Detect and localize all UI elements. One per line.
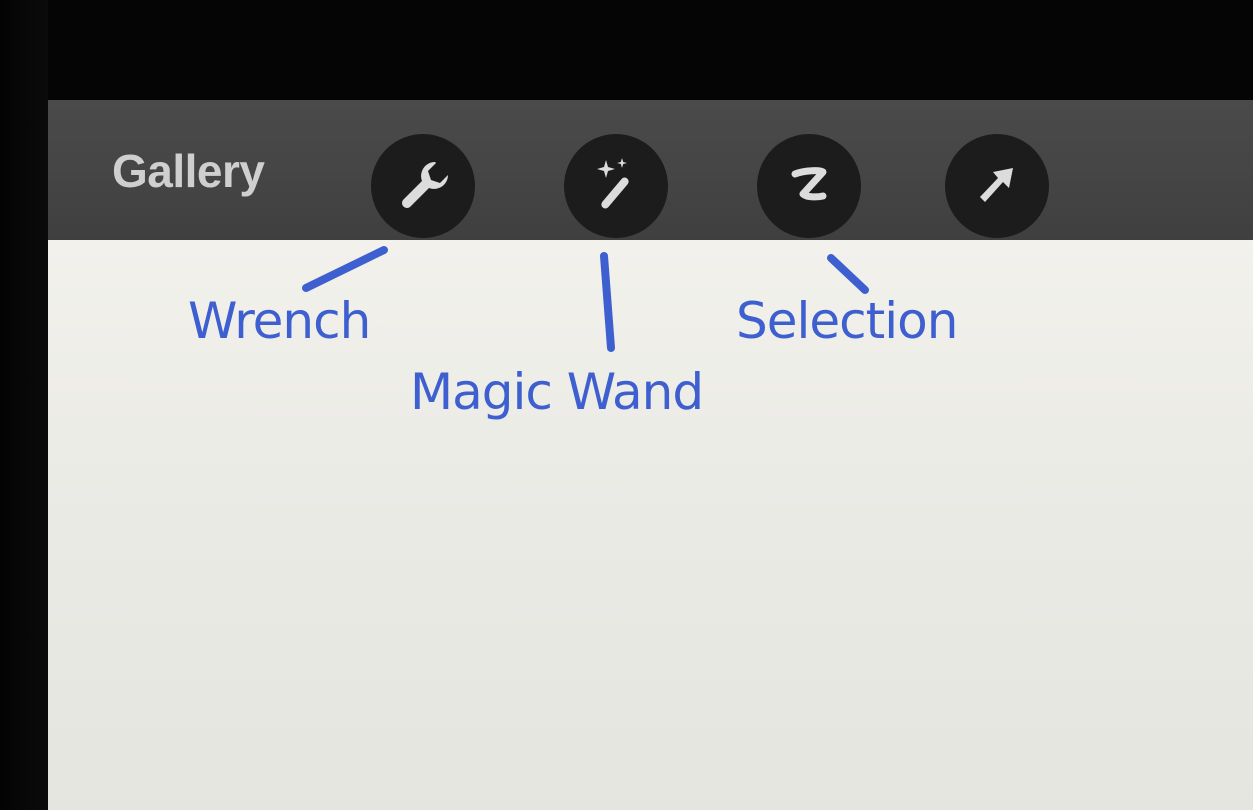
wrench-annotation: Wrench <box>188 292 371 350</box>
selection-icon <box>791 167 827 201</box>
selection-annotation: Selection <box>736 292 958 350</box>
wrench-button[interactable] <box>371 134 475 238</box>
transform-button[interactable] <box>945 134 1049 238</box>
gallery-button[interactable]: Gallery <box>112 144 265 198</box>
app-screen: Gallery <box>48 100 1253 810</box>
magic-wand-annotation: Magic Wand <box>410 363 704 421</box>
transform-arrow-icon <box>980 168 1013 202</box>
device-bezel <box>0 0 48 810</box>
wrench-icon <box>402 162 448 208</box>
magic-wand-button[interactable] <box>564 134 668 238</box>
photo: Gallery Wrench Magic Wand Selection <box>0 0 1253 810</box>
magic-wand-icon <box>597 158 629 209</box>
top-toolbar: Gallery <box>48 100 1253 240</box>
selection-button[interactable] <box>757 134 861 238</box>
